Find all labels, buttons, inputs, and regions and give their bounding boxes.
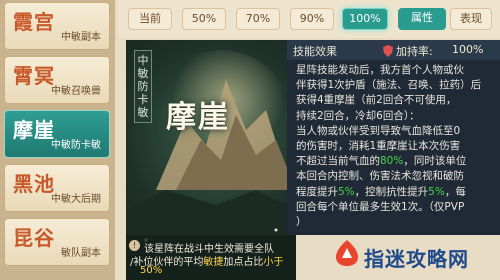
formation-subtitle: 中敏召唤兽 bbox=[51, 86, 101, 97]
bonus-shield-icon bbox=[383, 45, 393, 57]
formation-subtitle: 中敏大后期 bbox=[51, 194, 101, 205]
level-50-button[interactable]: 50% bbox=[182, 8, 226, 30]
description-text: 的伤害时，消耗1重摩崖让本次伤害 bbox=[296, 140, 461, 152]
description-text: ，每 bbox=[444, 185, 466, 198]
bonus-rate-value: 100% bbox=[452, 43, 484, 56]
description-line: 不超过当前气血的80%，同时该单位 bbox=[296, 153, 466, 168]
description-text: 当人物或伙伴受到导致气血降低至0 bbox=[296, 124, 461, 137]
description-line: ） bbox=[296, 214, 307, 229]
description-text: 伴获得1次护盾（施法、召唤、拉药）后 bbox=[296, 79, 482, 92]
formation-subtitle: 中敏防卡敏 bbox=[51, 140, 101, 151]
watermark-logo-icon bbox=[336, 240, 358, 266]
watermark-text: 指迷攻略网 bbox=[364, 247, 469, 271]
description-text: 持续2回合，冷却6回合）： bbox=[296, 109, 420, 122]
description-line: 当人物或伙伴受到导致气血降低至0 bbox=[296, 123, 460, 138]
highlight-value: 80% bbox=[380, 155, 404, 168]
formation-title: 霞宫 bbox=[13, 10, 55, 34]
description-line: 伴获得1次护盾（施法、召唤、拉药）后 bbox=[296, 77, 481, 92]
note-line-3: 50% bbox=[140, 265, 163, 276]
description-text: ，控制抗性提升 bbox=[354, 185, 429, 198]
star-formation-list: 霞宫 中敏副本 霄冥 中敏召唤兽 摩崖 中敏防卡敏 黑池 中敏大后期 昆谷 敏队… bbox=[0, 0, 115, 280]
note-highlight-less-than: 小于 bbox=[263, 257, 284, 268]
description-text: 回合每个单位最多生效1次。（仅PVP bbox=[296, 200, 465, 213]
formation-item-xiaoming[interactable]: 霄冥 中敏召唤兽 bbox=[4, 56, 110, 104]
formation-item-moya[interactable]: 摩崖 中敏防卡敏 bbox=[4, 110, 110, 158]
formation-title: 黑池 bbox=[13, 172, 55, 196]
formation-title: 霄冥 bbox=[13, 64, 55, 88]
description-text: 程度提升 bbox=[296, 185, 338, 198]
level-70-button[interactable]: 70% bbox=[236, 8, 280, 30]
tab-appearance[interactable]: 表现 bbox=[450, 8, 492, 30]
formation-name: 摩崖 bbox=[166, 100, 230, 135]
highlight-value: 5% bbox=[338, 185, 355, 198]
formation-title: 昆谷 bbox=[13, 226, 55, 250]
formation-item-heichi[interactable]: 黑池 中敏大后期 bbox=[4, 164, 110, 212]
note-text: 加点占比 bbox=[223, 257, 264, 268]
level-90-button[interactable]: 90% bbox=[290, 8, 334, 30]
description-text: 获得4重摩崖（前2回合不可使用， bbox=[296, 94, 457, 107]
formation-title: 摩崖 bbox=[13, 118, 55, 142]
level-current-button[interactable]: 当前 bbox=[128, 8, 172, 30]
description-line: 程度提升5%，控制抗性提升5%，每 bbox=[296, 184, 466, 199]
description-text: 不超过当前气血的 bbox=[296, 155, 380, 168]
description-text: ，同时该单位 bbox=[403, 155, 467, 168]
description-line: 的伤害时，消耗1重摩崖让本次伤害 bbox=[296, 138, 460, 153]
formation-item-xiagong[interactable]: 霞宫 中敏副本 bbox=[4, 2, 110, 50]
bonus-rate-label: 加持率: bbox=[396, 45, 433, 58]
tab-attributes[interactable]: 属性 bbox=[398, 8, 446, 30]
description-line: 持续2回合，冷却6回合）： bbox=[296, 108, 420, 123]
formation-item-kungu[interactable]: 昆谷 敏队副本 bbox=[4, 218, 110, 266]
description-line: 星阵技能发动后，我方首个人物或伙 bbox=[296, 62, 464, 77]
description-line: 本回合内控制、伤害法术忽视和破防 bbox=[296, 168, 464, 183]
highlight-value: 5% bbox=[428, 185, 445, 198]
note-highlight-agility: 敏捷 bbox=[203, 257, 224, 268]
level-100-button[interactable]: 100% bbox=[342, 8, 388, 30]
formation-vertical-label: 中敏防卡敏 bbox=[134, 50, 152, 123]
formation-subtitle: 中敏副本 bbox=[61, 32, 101, 43]
skill-effect-label: 技能效果 bbox=[293, 45, 337, 58]
formation-subtitle: 敏队副本 bbox=[61, 248, 101, 259]
description-line: 回合每个单位最多生效1次。（仅PVP bbox=[296, 199, 464, 214]
description-line: 获得4重摩崖（前2回合不可使用， bbox=[296, 92, 456, 107]
description-text: 本回合内控制、伤害法术忽视和破防 bbox=[296, 170, 464, 183]
description-text: ） bbox=[296, 216, 307, 228]
description-text: 星阵技能发动后，我方首个人物或伙 bbox=[296, 64, 464, 76]
info-icon: ! bbox=[129, 240, 140, 251]
